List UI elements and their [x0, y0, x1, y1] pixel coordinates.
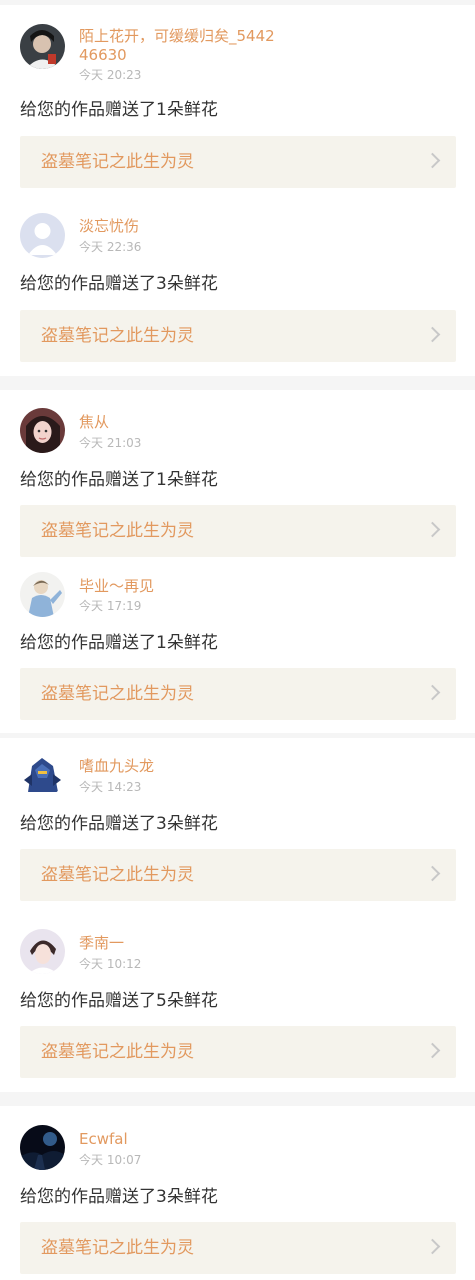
notice-item[interactable]: 季南一 今天 10:12 给您的作品赠送了5朵鲜花 盗墓笔记之此生为灵 [0, 913, 475, 1092]
avatar[interactable] [20, 408, 65, 453]
separator [0, 376, 475, 390]
sender-name[interactable]: 焦从 [79, 413, 279, 432]
gift-message: 给您的作品赠送了3朵鲜花 [20, 274, 218, 294]
avatar[interactable] [20, 572, 65, 617]
chevron-right-icon [424, 152, 441, 169]
work-link-card[interactable]: 盗墓笔记之此生为灵 [20, 505, 456, 557]
sender-name[interactable]: 毕业～再见 [79, 577, 279, 596]
gift-message: 给您的作品赠送了1朵鲜花 [20, 100, 218, 120]
chevron-right-icon [424, 684, 441, 701]
avatar[interactable] [20, 24, 65, 69]
dark-hair-avatar-icon [20, 24, 65, 69]
avatar[interactable] [20, 213, 65, 258]
gift-message: 给您的作品赠送了1朵鲜花 [20, 633, 218, 653]
work-link-card[interactable]: 盗墓笔记之此生为灵 [20, 136, 456, 188]
timestamp: 今天 14:23 [79, 780, 142, 794]
chevron-right-icon [424, 326, 441, 343]
work-title: 盗墓笔记之此生为灵 [41, 1042, 194, 1062]
chevron-right-icon [424, 1042, 441, 1059]
sender-name[interactable]: Ecwfal [79, 1130, 279, 1149]
gift-notification-feed: 陌上花开，可缓缓归矣_544246630 今天 20:23 给您的作品赠送了1朵… [0, 0, 475, 1280]
chevron-right-icon [424, 521, 441, 538]
timestamp: 今天 10:12 [79, 957, 142, 971]
sender-name[interactable]: 季南一 [79, 934, 279, 953]
sender-name[interactable]: 淡忘忧伤 [79, 217, 279, 236]
notice-item[interactable]: 陌上花开，可缓缓归矣_544246630 今天 20:23 给您的作品赠送了1朵… [0, 5, 475, 195]
robot-hero-avatar-icon [20, 752, 65, 797]
work-link-card[interactable]: 盗墓笔记之此生为灵 [20, 668, 456, 720]
gift-message: 给您的作品赠送了3朵鲜花 [20, 1187, 218, 1207]
timestamp: 今天 10:07 [79, 1153, 142, 1167]
timestamp: 今天 22:36 [79, 240, 142, 254]
notice-item[interactable]: 毕业～再见 今天 17:19 给您的作品赠送了1朵鲜花 盗墓笔记之此生为灵 [0, 562, 475, 733]
work-link-card[interactable]: 盗墓笔记之此生为灵 [20, 1026, 456, 1078]
sender-name[interactable]: 嗜血九头龙 [79, 757, 279, 776]
work-title: 盗墓笔记之此生为灵 [41, 684, 194, 704]
timestamp: 今天 21:03 [79, 436, 142, 450]
timestamp: 今天 20:23 [79, 68, 142, 82]
night-scene-avatar-icon [20, 1125, 65, 1170]
work-link-card[interactable]: 盗墓笔记之此生为灵 [20, 849, 456, 901]
notice-item[interactable]: 嗜血九头龙 今天 14:23 给您的作品赠送了3朵鲜花 盗墓笔记之此生为灵 [0, 738, 475, 913]
notice-item[interactable]: 淡忘忧伤 今天 22:36 给您的作品赠送了3朵鲜花 盗墓笔记之此生为灵 [0, 195, 475, 376]
separator [0, 1092, 475, 1106]
work-title: 盗墓笔记之此生为灵 [41, 865, 194, 885]
work-link-card[interactable]: 盗墓笔记之此生为灵 [20, 310, 456, 362]
work-title: 盗墓笔记之此生为灵 [41, 1238, 194, 1258]
notice-item[interactable]: Ecwfal 今天 10:07 给您的作品赠送了3朵鲜花 盗墓笔记之此生为灵 [0, 1106, 475, 1280]
light-portrait-avatar-icon [20, 929, 65, 974]
boy-sketch-avatar-icon [20, 572, 65, 617]
avatar[interactable] [20, 929, 65, 974]
gift-message: 给您的作品赠送了5朵鲜花 [20, 991, 218, 1011]
sender-name[interactable]: 陌上花开，可缓缓归矣_544246630 [79, 27, 279, 65]
work-title: 盗墓笔记之此生为灵 [41, 152, 194, 172]
avatar[interactable] [20, 752, 65, 797]
gift-message: 给您的作品赠送了1朵鲜花 [20, 470, 218, 490]
timestamp: 今天 17:19 [79, 599, 142, 613]
chevron-right-icon [424, 865, 441, 882]
chevron-right-icon [424, 1238, 441, 1255]
avatar[interactable] [20, 1125, 65, 1170]
notice-item[interactable]: 焦从 今天 21:03 给您的作品赠送了1朵鲜花 盗墓笔记之此生为灵 [0, 390, 475, 562]
work-title: 盗墓笔记之此生为灵 [41, 326, 194, 346]
default-avatar-icon [20, 213, 65, 258]
girl-portrait-avatar-icon [20, 408, 65, 453]
work-link-card[interactable]: 盗墓笔记之此生为灵 [20, 1222, 456, 1274]
work-title: 盗墓笔记之此生为灵 [41, 521, 194, 541]
gift-message: 给您的作品赠送了3朵鲜花 [20, 814, 218, 834]
